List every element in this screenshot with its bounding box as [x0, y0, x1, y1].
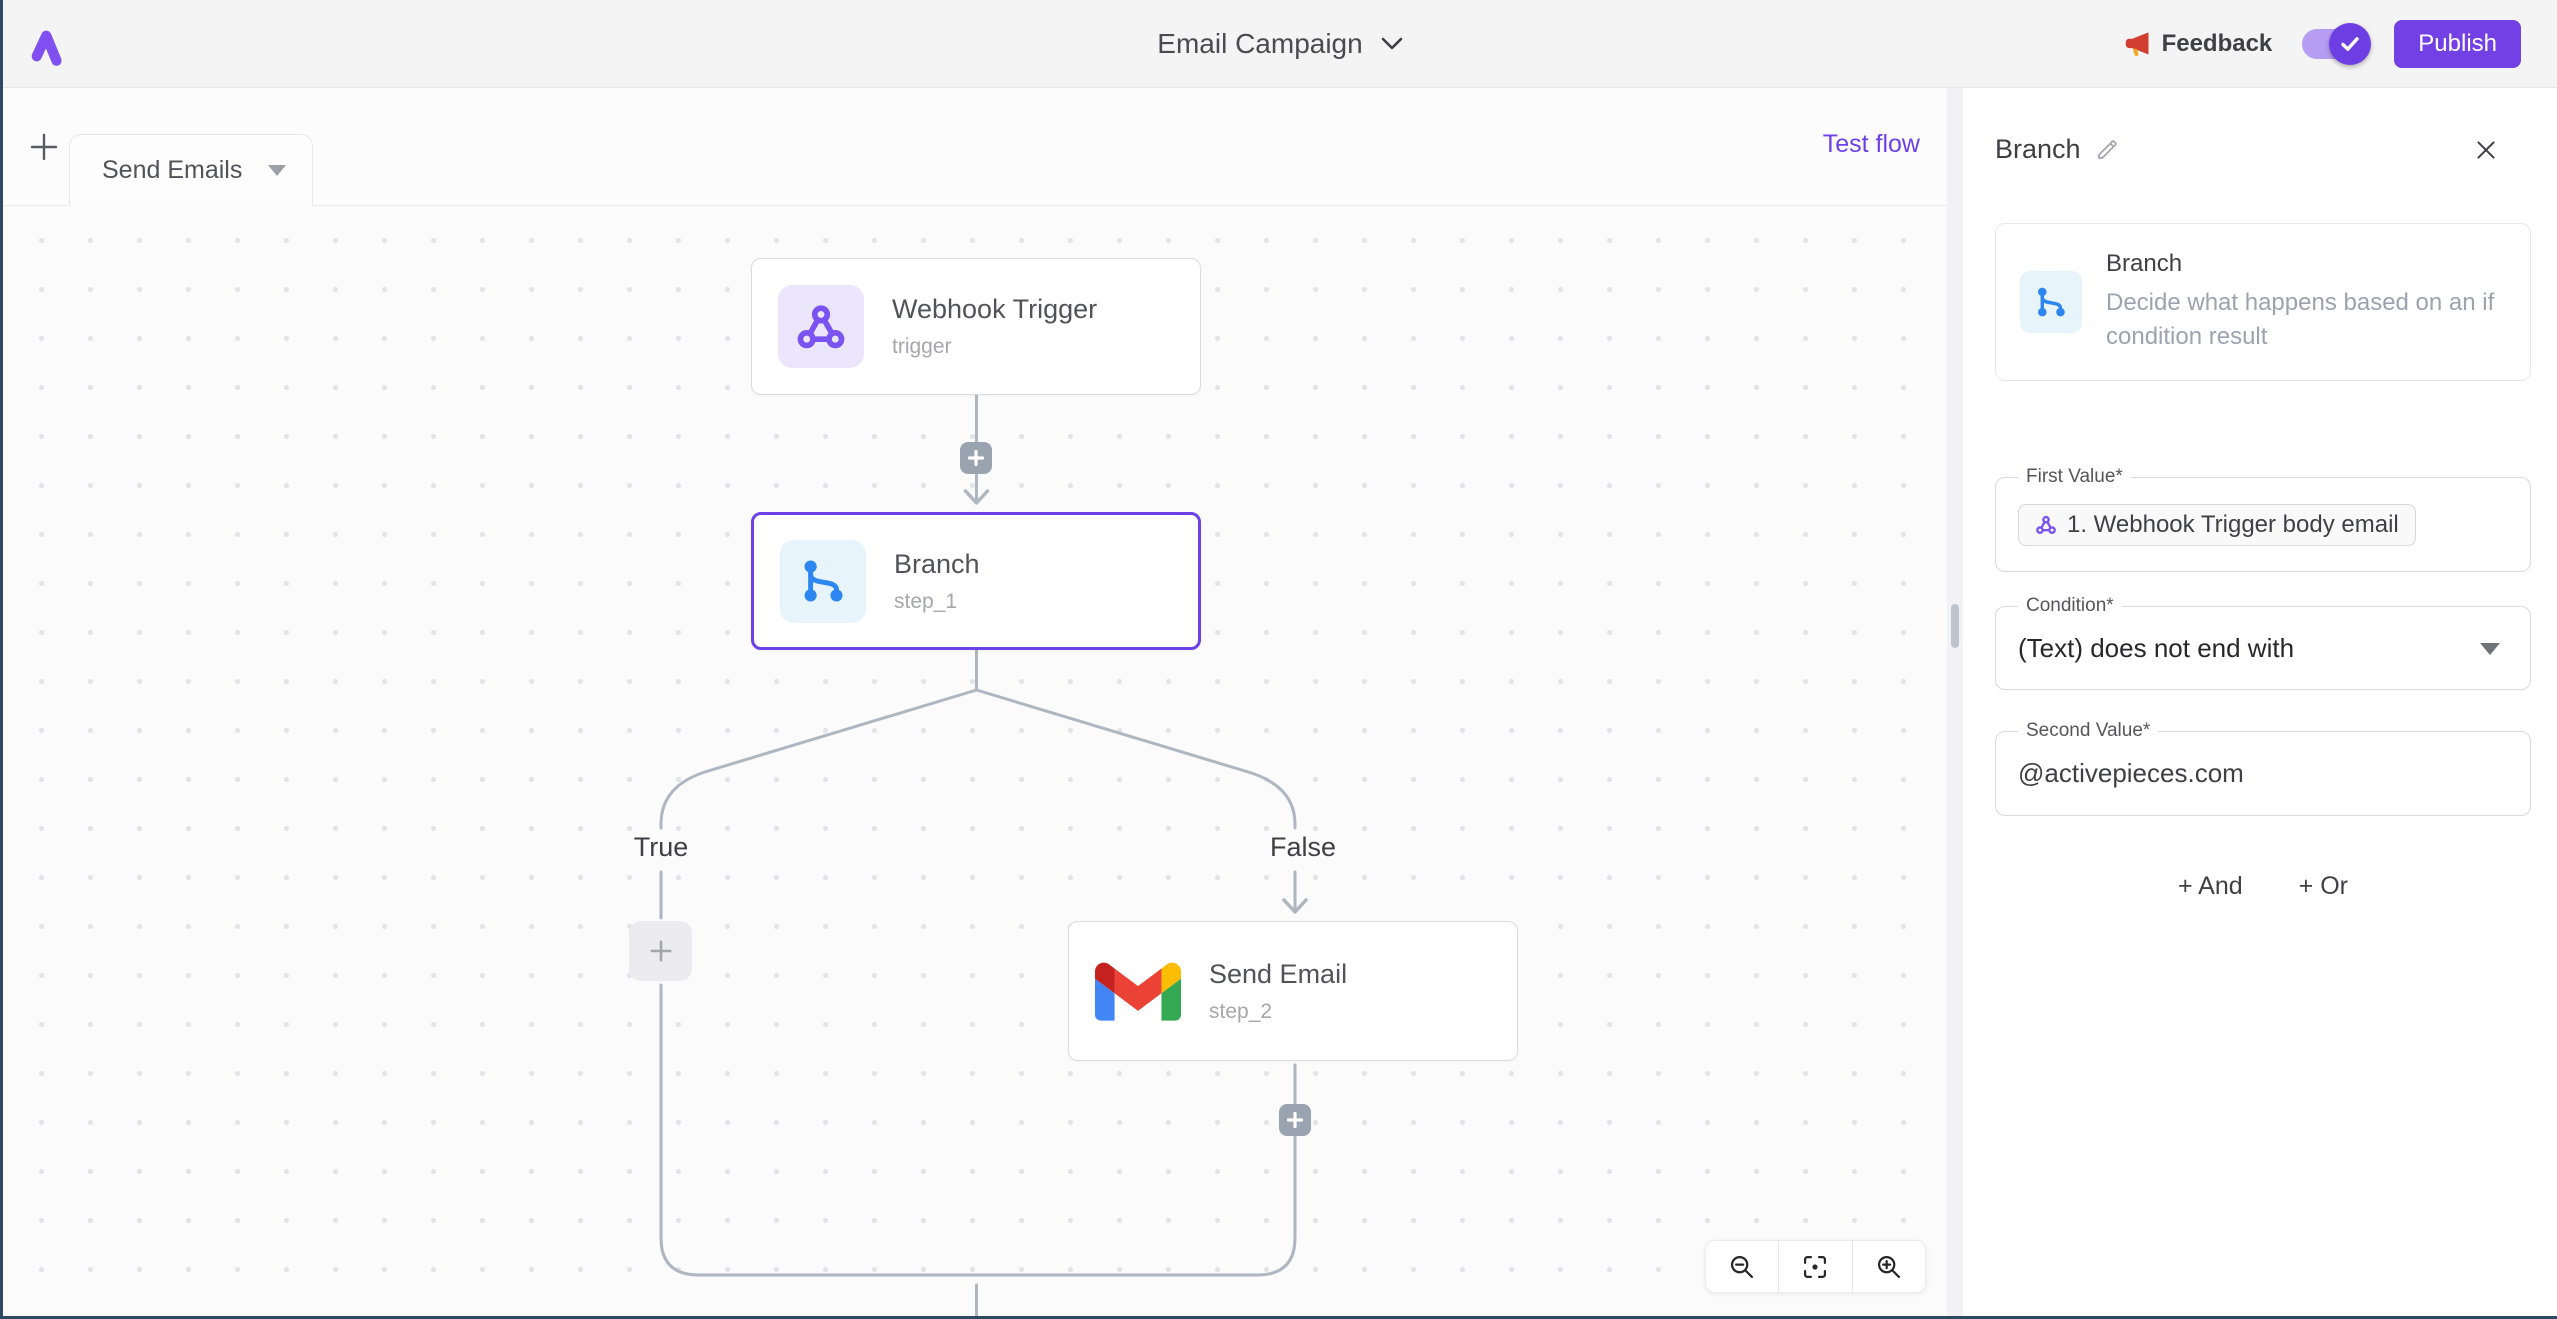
token-label: 1. Webhook Trigger body email — [2067, 511, 2399, 539]
second-value-label: Second Value* — [2018, 720, 2158, 742]
branch-true-label: True — [601, 832, 721, 863]
node-subtitle: trigger — [892, 335, 1097, 359]
gmail-icon — [1095, 958, 1181, 1024]
close-icon — [2473, 137, 2499, 163]
tab-caret-down-icon[interactable] — [268, 165, 286, 176]
second-value-text: @activepieces.com — [2018, 758, 2244, 789]
webhook-icon — [795, 301, 847, 353]
zoom-out-icon — [1728, 1253, 1756, 1281]
flow-tab-strip: Send Emails Test flow — [3, 88, 1947, 206]
flow-title: Email Campaign — [1157, 28, 1362, 60]
node-subtitle: step_1 — [894, 590, 980, 614]
branch-icon-tile — [780, 540, 866, 623]
plus-icon — [968, 450, 984, 466]
add-or-condition-button[interactable]: + Or — [2299, 872, 2348, 901]
plus-icon — [1287, 1112, 1303, 1128]
node-text: Send Email step_2 — [1209, 959, 1347, 1024]
zoom-out-button[interactable] — [1706, 1241, 1778, 1292]
node-text: Webhook Trigger trigger — [892, 294, 1097, 359]
flow-enabled-toggle[interactable] — [2302, 29, 2364, 59]
top-bar-actions: Feedback Publish — [2124, 0, 2521, 88]
add-step-placeholder[interactable] — [629, 921, 692, 981]
chevron-down-icon — [1381, 37, 1403, 51]
node-text: Branch step_1 — [894, 549, 980, 614]
piece-info-text: Branch Decide what happens based on an i… — [2106, 250, 2518, 354]
pencil-icon — [2095, 138, 2119, 162]
webhook-icon-tile — [778, 285, 864, 368]
node-subtitle: step_2 — [1209, 1000, 1347, 1024]
node-branch[interactable]: Branch step_1 — [751, 512, 1201, 650]
plus-icon — [650, 940, 672, 962]
toggle-knob — [2329, 23, 2371, 65]
feedback-button[interactable]: Feedback — [2124, 30, 2273, 58]
scrollbar-thumb[interactable] — [1951, 604, 1959, 648]
first-value-token[interactable]: 1. Webhook Trigger body email — [2018, 504, 2416, 546]
flow-tab[interactable]: Send Emails — [69, 134, 313, 206]
zoom-in-button[interactable] — [1852, 1241, 1925, 1292]
flow-canvas[interactable]: Send Emails Test flow — [3, 88, 1947, 1316]
rename-step-button[interactable] — [2095, 138, 2119, 162]
node-send-email[interactable]: Send Email step_2 — [1068, 921, 1518, 1061]
node-webhook-trigger[interactable]: Webhook Trigger trigger — [751, 258, 1201, 395]
fit-view-button[interactable] — [1778, 1241, 1851, 1292]
add-step-button[interactable] — [960, 442, 992, 474]
add-flow-tab-button[interactable] — [21, 124, 67, 170]
select-caret-down-icon — [2480, 643, 2500, 655]
fit-view-icon — [1801, 1253, 1829, 1281]
branch-icon — [796, 554, 850, 608]
first-value-label: First Value* — [2018, 466, 2131, 488]
check-icon — [2341, 37, 2359, 51]
panel-title: Branch — [1995, 134, 2081, 165]
condition-value: (Text) does not end with — [2018, 633, 2294, 664]
condition-group-actions: + And + Or — [1995, 872, 2531, 901]
condition-select[interactable]: Condition* (Text) does not end with — [1995, 606, 2531, 690]
feedback-label: Feedback — [2162, 30, 2273, 58]
test-flow-link[interactable]: Test flow — [1823, 130, 1920, 159]
flow-builder-window: Email Campaign Feedback — [0, 0, 2557, 1319]
publish-button[interactable]: Publish — [2394, 20, 2521, 68]
close-panel-button[interactable] — [2473, 137, 2499, 163]
first-value-field[interactable]: First Value* 1. Webhook Trigger body ema… — [1995, 477, 2531, 572]
node-title: Branch — [894, 549, 980, 580]
node-title: Send Email — [1209, 959, 1347, 990]
branch-icon-tile — [2020, 271, 2082, 333]
panel-header: Branch — [1995, 134, 2531, 165]
piece-description: Decide what happens based on an if condi… — [2106, 286, 2518, 354]
piece-info-card: Branch Decide what happens based on an i… — [1995, 223, 2531, 381]
panel-scrollbar — [1947, 88, 1963, 1316]
add-step-button[interactable] — [1279, 1104, 1311, 1136]
second-value-field[interactable]: Second Value* @activepieces.com — [1995, 731, 2531, 816]
flow-tab-label: Send Emails — [102, 156, 242, 185]
zoom-in-icon — [1875, 1253, 1903, 1281]
gmail-icon-tile — [1095, 950, 1181, 1033]
top-bar: Email Campaign Feedback — [3, 0, 2557, 88]
plus-icon — [28, 131, 60, 163]
add-and-condition-button[interactable]: + And — [2178, 872, 2243, 901]
node-title: Webhook Trigger — [892, 294, 1097, 325]
condition-label: Condition* — [2018, 595, 2122, 617]
step-settings-panel: Branch — [1963, 88, 2557, 1316]
branch-false-label: False — [1243, 832, 1363, 863]
branch-icon — [2032, 283, 2070, 321]
piece-title: Branch — [2106, 250, 2518, 278]
canvas-zoom-controls — [1705, 1240, 1926, 1293]
megaphone-icon — [2124, 30, 2152, 58]
webhook-icon — [2035, 514, 2057, 536]
